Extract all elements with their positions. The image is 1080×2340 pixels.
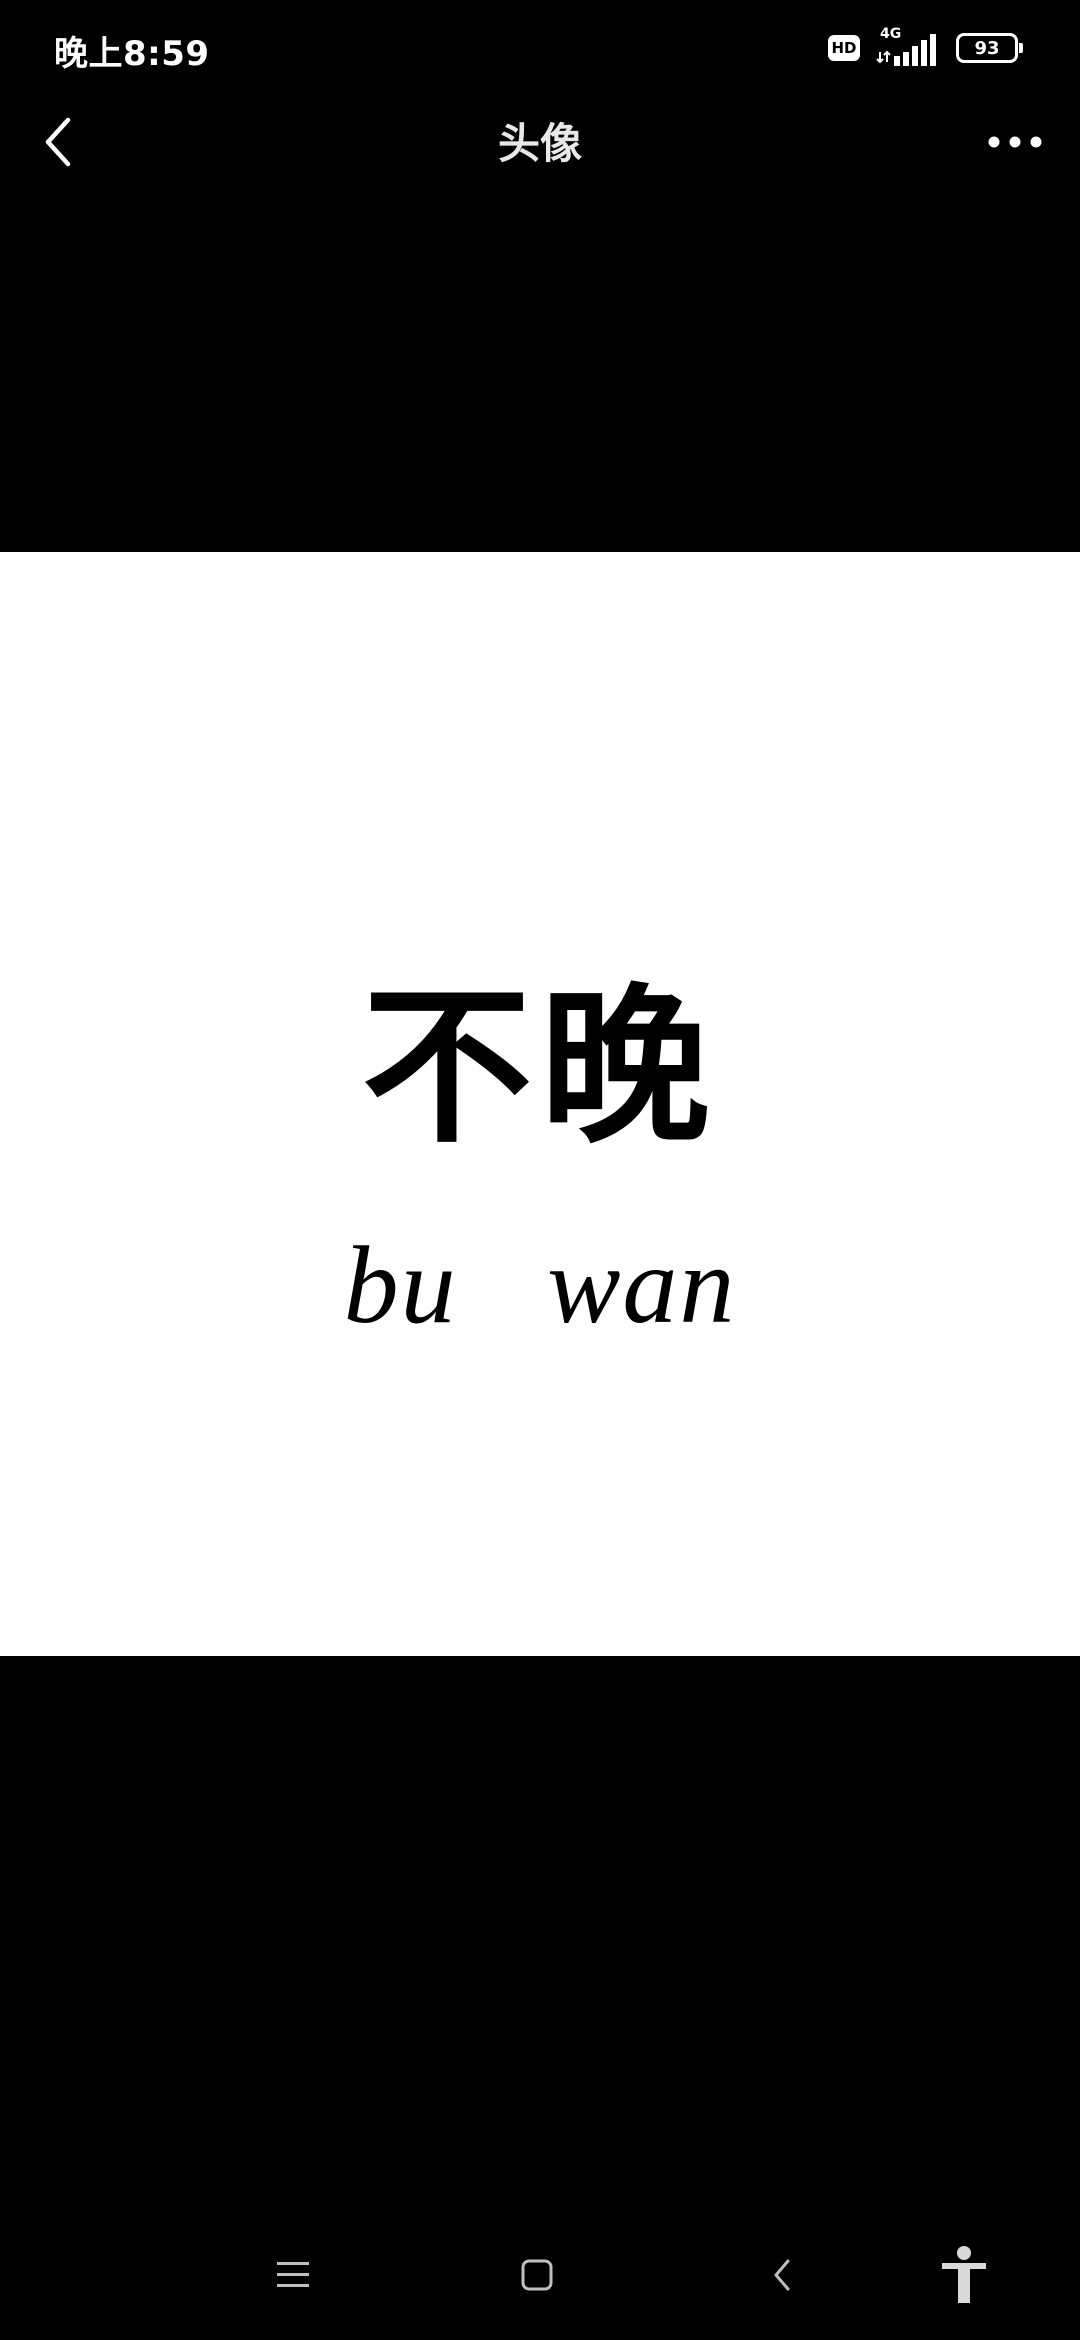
hd-badge: HD	[828, 35, 860, 61]
avatar-image[interactable]: 不晚 bu wan	[0, 552, 1080, 1656]
more-dots-icon	[988, 136, 1042, 148]
status-time: 晚上8:59	[54, 34, 210, 74]
cellular-signal-icon: 4G	[874, 26, 942, 68]
battery-level: 93	[974, 37, 1000, 59]
battery-icon: 93	[956, 33, 1023, 63]
status-bar: 晚上8:59 HD 4G 93	[0, 0, 1080, 96]
battery-tip	[1019, 43, 1023, 53]
avatar-hanzi-text: 不晚	[361, 967, 718, 1167]
chevron-left-icon	[774, 2259, 790, 2291]
system-nav-bar	[0, 2220, 1080, 2330]
status-icons: HD 4G 93	[828, 26, 1023, 68]
network-type-label: 4G	[880, 26, 902, 42]
recent-apps-button[interactable]	[258, 2240, 328, 2310]
home-button[interactable]	[502, 2240, 572, 2310]
square-home-icon	[521, 2259, 553, 2291]
menu-lines-icon	[277, 2262, 309, 2287]
page-title: 头像	[497, 119, 582, 168]
system-back-button[interactable]	[748, 2240, 818, 2310]
top-nav-bar: 头像	[0, 96, 1080, 186]
avatar-pinyin-text: bu wan	[343, 1224, 737, 1346]
accessibility-button[interactable]	[929, 2240, 999, 2310]
accessibility-person-icon	[942, 2246, 986, 2303]
more-options-button[interactable]	[980, 112, 1050, 172]
